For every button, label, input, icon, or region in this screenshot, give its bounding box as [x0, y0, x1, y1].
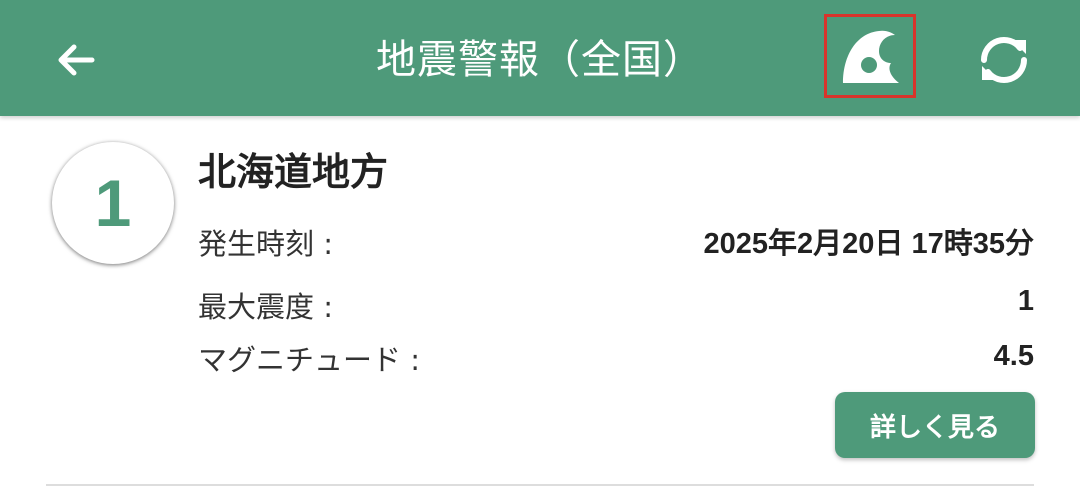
- wave-icon: [843, 30, 899, 84]
- refresh-icon: [981, 37, 1027, 83]
- occurred-label: 発生時刻 :: [198, 227, 333, 261]
- alert-index-badge: 1: [52, 142, 174, 264]
- occurred-value: 2025年2月20日 17時35分: [703, 228, 1034, 260]
- intensity-value: 1: [1017, 285, 1034, 317]
- detail-button[interactable]: 詳しく見る: [835, 392, 1035, 458]
- magnitude-label: マグニチュード :: [198, 343, 420, 377]
- arrow-left-icon: [58, 44, 95, 76]
- magnitude-value: 4.5: [993, 340, 1034, 372]
- refresh-button[interactable]: [972, 28, 1036, 92]
- tsunami-button[interactable]: [824, 14, 916, 98]
- app-header: 地震警報（全国）: [0, 0, 1080, 116]
- intensity-label: 最大震度 :: [198, 290, 333, 324]
- page-title: 地震警報（全国）: [376, 37, 704, 83]
- list-divider: [46, 484, 1034, 486]
- app-root: 地震警報（全国） 1 北海道地方 発生時刻 : 2025年2月20日 17時35…: [0, 0, 1080, 488]
- region-name: 北海道地方: [198, 150, 389, 194]
- back-button[interactable]: [46, 30, 106, 90]
